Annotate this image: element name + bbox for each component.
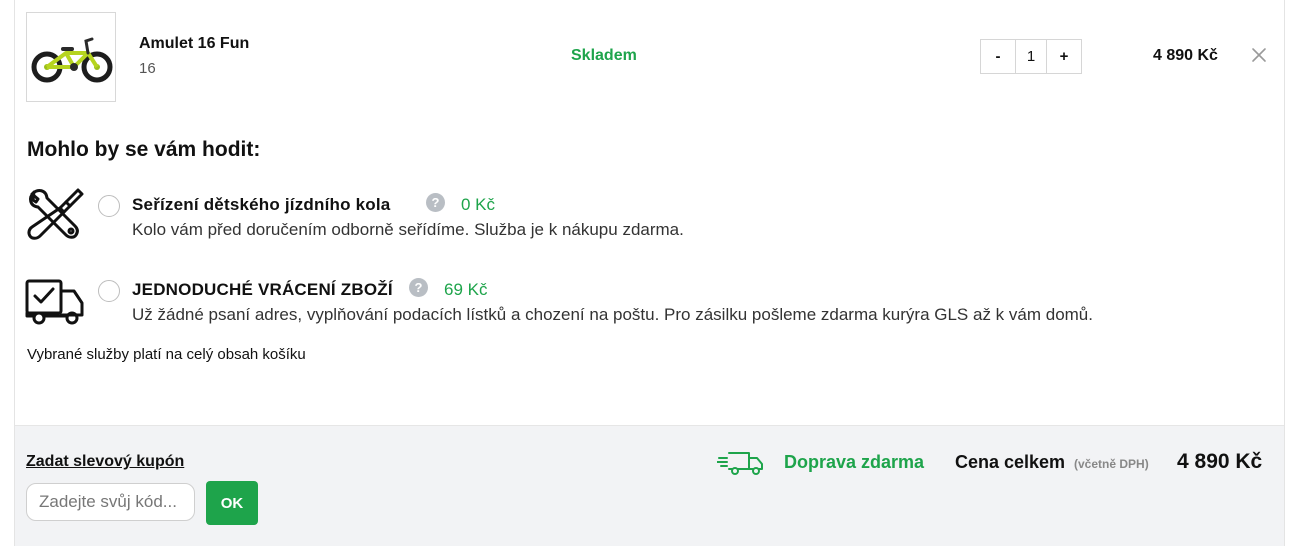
vat-note: (včetně DPH) xyxy=(1074,457,1149,471)
product-price: 4 890 Kč xyxy=(1153,47,1218,64)
delivery-truck-check-icon xyxy=(25,279,84,325)
product-image[interactable] xyxy=(26,12,116,102)
coupon-input[interactable] xyxy=(26,483,195,521)
service-adjustment-checkbox[interactable] xyxy=(98,195,120,217)
bicycle-icon xyxy=(31,37,113,83)
upsell-title: Mohlo by se vám hodit: xyxy=(27,138,261,161)
quantity-value[interactable]: 1 xyxy=(1015,40,1047,73)
apply-coupon-button[interactable]: OK xyxy=(206,481,258,525)
decrease-quantity-button[interactable]: - xyxy=(981,40,1015,73)
increase-quantity-button[interactable]: + xyxy=(1047,40,1081,73)
help-icon[interactable]: ? xyxy=(426,193,445,212)
wrench-screwdriver-icon xyxy=(27,188,84,240)
services-note: Vybrané služby platí na celý obsah košík… xyxy=(27,346,306,363)
stock-status: Skladem xyxy=(571,47,637,64)
service-return-checkbox[interactable] xyxy=(98,280,120,302)
service-return-description: Už žádné psaní adres, vyplňování podacíc… xyxy=(132,305,1093,324)
coupon-link[interactable]: Zadat slevový kupón xyxy=(26,453,184,471)
help-icon[interactable]: ? xyxy=(409,278,428,297)
service-adjustment-price: 0 Kč xyxy=(461,195,496,214)
service-adjustment-name: Seřízení dětského jízdního kola xyxy=(132,195,391,214)
remove-item-button[interactable] xyxy=(1250,46,1268,64)
quantity-stepper: - 1 + xyxy=(980,39,1082,74)
service-return-name: JEDNODUCHÉ VRÁCENÍ ZBOŽÍ xyxy=(132,280,393,299)
service-adjustment-description: Kolo vám před doručením odborně seřídíme… xyxy=(132,220,684,239)
product-variant: 16 xyxy=(139,60,156,77)
service-return-price: 69 Kč xyxy=(444,280,488,299)
close-icon xyxy=(1252,48,1266,62)
total-price: 4 890 Kč xyxy=(1177,450,1263,473)
fast-delivery-truck-icon xyxy=(717,452,763,475)
shipping-status: Doprava zdarma xyxy=(784,452,925,472)
product-name[interactable]: Amulet 16 Fun xyxy=(139,35,249,53)
total-label: Cena celkem xyxy=(955,452,1066,472)
